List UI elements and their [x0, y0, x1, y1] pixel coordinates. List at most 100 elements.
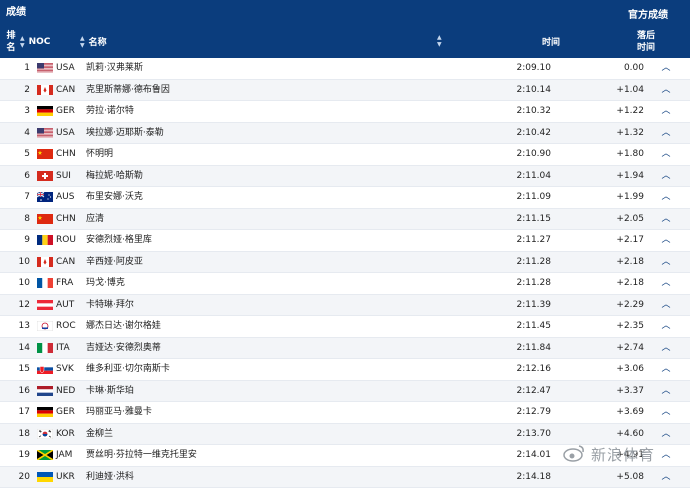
- behind-cell: +3.06: [570, 359, 644, 379]
- column-header-behind-label: 落后时间: [631, 30, 655, 54]
- athlete-name-link[interactable]: 克里斯蒂娜·德布鲁因: [86, 80, 446, 100]
- noc-cell: FRA: [56, 273, 82, 293]
- rank-cell: 3: [0, 101, 30, 121]
- chevron-up-icon[interactable]: ︿: [660, 101, 672, 121]
- noc-cell: GER: [56, 402, 82, 422]
- table-row[interactable]: 12AUT卡特琳·拜尔2:11.39+2.29︿: [0, 295, 690, 317]
- time-cell: 2:11.09: [470, 187, 551, 207]
- athlete-name-link[interactable]: 怀明明: [86, 144, 446, 164]
- table-row[interactable]: 16NED卡琳·斯华珀2:12.47+3.37︿: [0, 381, 690, 403]
- time-cell: 2:11.28: [470, 252, 551, 272]
- time-cell: 2:13.70: [470, 424, 551, 444]
- athlete-name-link[interactable]: 吉娅达·安德烈奥蒂: [86, 338, 446, 358]
- athlete-name-link[interactable]: 梅拉妮·哈斯勒: [86, 166, 446, 186]
- rank-cell: 18: [0, 424, 30, 444]
- column-header-behind[interactable]: 落后时间: [560, 25, 655, 58]
- behind-cell: +2.29: [570, 295, 644, 315]
- athlete-name-link[interactable]: 应清: [86, 209, 446, 229]
- athlete-name-link[interactable]: 玛丽亚马·雅曼卡: [86, 402, 446, 422]
- watermark-text: 新浪体育: [591, 444, 655, 465]
- time-cell: 2:11.04: [470, 166, 551, 186]
- athlete-name-link[interactable]: 辛西娅·阿皮亚: [86, 252, 446, 272]
- time-cell: 2:11.39: [470, 295, 551, 315]
- time-cell: 2:14.01: [470, 445, 551, 465]
- can-flag-icon: [37, 257, 53, 267]
- athlete-name-link[interactable]: 安德烈娅·格里库: [86, 230, 446, 250]
- athlete-name-link[interactable]: 卡特琳·拜尔: [86, 295, 446, 315]
- chevron-up-icon[interactable]: ︿: [660, 123, 672, 143]
- behind-cell: 0.00: [570, 58, 644, 78]
- table-row[interactable]: 10FRA玛戈·博克2:11.28+2.18︿: [0, 273, 690, 295]
- chevron-up-icon[interactable]: ︿: [660, 273, 672, 293]
- usa-flag-icon: [37, 63, 53, 73]
- column-header-rank[interactable]: 排名: [0, 25, 20, 58]
- behind-cell: +2.17: [570, 230, 644, 250]
- noc-cell: NED: [56, 381, 82, 401]
- chevron-up-icon[interactable]: ︿: [660, 144, 672, 164]
- behind-cell: +2.74: [570, 338, 644, 358]
- table-row[interactable]: 9ROU安德烈娅·格里库2:11.27+2.17︿: [0, 230, 690, 252]
- table-row[interactable]: 15SVK维多利亚·切尔南斯卡2:12.16+3.06︿: [0, 359, 690, 381]
- time-cell: 2:12.47: [470, 381, 551, 401]
- chevron-up-icon[interactable]: ︿: [660, 209, 672, 229]
- table-row[interactable]: 1USA凯莉·汉弗莱斯2:09.100.00︿: [0, 58, 690, 80]
- table-row[interactable]: 5CHN怀明明2:10.90+1.80︿: [0, 144, 690, 166]
- athlete-name-link[interactable]: 埃拉娜·迈耶斯·泰勒: [86, 123, 446, 143]
- rank-cell: 14: [0, 338, 30, 358]
- noc-cell: CAN: [56, 80, 82, 100]
- rou-flag-icon: [37, 235, 53, 245]
- chevron-up-icon[interactable]: ︿: [660, 187, 672, 207]
- table-row[interactable]: 8CHN应清2:11.15+2.05︿: [0, 209, 690, 231]
- chevron-up-icon[interactable]: ︿: [660, 230, 672, 250]
- table-row[interactable]: 7AUS布里安娜·沃克2:11.09+1.99︿: [0, 187, 690, 209]
- chevron-up-icon[interactable]: ︿: [660, 381, 672, 401]
- rank-cell: 10: [0, 252, 30, 272]
- official-results-link[interactable]: 官方成绩: [628, 6, 668, 21]
- table-row[interactable]: 3GER劳拉·诺尔特2:10.32+1.22︿: [0, 101, 690, 123]
- chevron-up-icon[interactable]: ︿: [660, 402, 672, 422]
- column-header-name[interactable]: ▲▼ 名称: [80, 25, 450, 58]
- column-header-time[interactable]: 时间: [450, 25, 560, 58]
- athlete-name-link[interactable]: 玛戈·博克: [86, 273, 446, 293]
- rank-cell: 13: [0, 316, 30, 336]
- table-row[interactable]: 14ITA吉娅达·安德烈奥蒂2:11.84+2.74︿: [0, 338, 690, 360]
- chevron-up-icon[interactable]: ︿: [660, 316, 672, 336]
- athlete-name-link[interactable]: 维多利亚·切尔南斯卡: [86, 359, 446, 379]
- time-cell: 2:11.15: [470, 209, 551, 229]
- time-cell: 2:09.10: [470, 58, 551, 78]
- chevron-up-icon[interactable]: ︿: [660, 166, 672, 186]
- table-row[interactable]: 4USA埃拉娜·迈耶斯·泰勒2:10.42+1.32︿: [0, 123, 690, 145]
- behind-cell: +2.18: [570, 273, 644, 293]
- athlete-name-link[interactable]: 贾丝明·芬拉特一维克托里安: [86, 445, 446, 465]
- athlete-name-link[interactable]: 劳拉·诺尔特: [86, 101, 446, 121]
- chevron-up-icon[interactable]: ︿: [660, 58, 672, 78]
- rank-cell: 15: [0, 359, 30, 379]
- chn-flag-icon: [37, 149, 53, 159]
- time-cell: 2:11.28: [470, 273, 551, 293]
- table-row[interactable]: 2CAN克里斯蒂娜·德布鲁因2:10.14+1.04︿: [0, 80, 690, 102]
- chevron-up-icon[interactable]: ︿: [660, 338, 672, 358]
- sort-icon[interactable]: ▲▼: [437, 34, 442, 48]
- column-header-noc[interactable]: ▲▼ NOC: [20, 25, 80, 58]
- rank-cell: 8: [0, 209, 30, 229]
- athlete-name-link[interactable]: 娜杰日达·谢尔格娃: [86, 316, 446, 336]
- noc-cell: ITA: [56, 338, 82, 358]
- chevron-up-icon[interactable]: ︿: [660, 252, 672, 272]
- sort-icon: ▲▼: [20, 35, 25, 49]
- chevron-up-icon[interactable]: ︿: [660, 359, 672, 379]
- athlete-name-link[interactable]: 布里安娜·沃克: [86, 187, 446, 207]
- athlete-name-link[interactable]: 金柳兰: [86, 424, 446, 444]
- table-row[interactable]: 10CAN辛西娅·阿皮亚2:11.28+2.18︿: [0, 252, 690, 274]
- chevron-up-icon[interactable]: ︿: [660, 295, 672, 315]
- table-row[interactable]: 17GER玛丽亚马·雅曼卡2:12.79+3.69︿: [0, 402, 690, 424]
- time-cell: 2:11.27: [470, 230, 551, 250]
- noc-cell: ROC: [56, 316, 82, 336]
- athlete-name-link[interactable]: 卡琳·斯华珀: [86, 381, 446, 401]
- noc-cell: SVK: [56, 359, 82, 379]
- behind-cell: +1.04: [570, 80, 644, 100]
- table-row[interactable]: 6SUI梅拉妮·哈斯勒2:11.04+1.94︿: [0, 166, 690, 188]
- table-row[interactable]: 13ROC娜杰日达·谢尔格娃2:11.45+2.35︿: [0, 316, 690, 338]
- time-cell: 2:10.32: [470, 101, 551, 121]
- athlete-name-link[interactable]: 凯莉·汉弗莱斯: [86, 58, 446, 78]
- chevron-up-icon[interactable]: ︿: [660, 80, 672, 100]
